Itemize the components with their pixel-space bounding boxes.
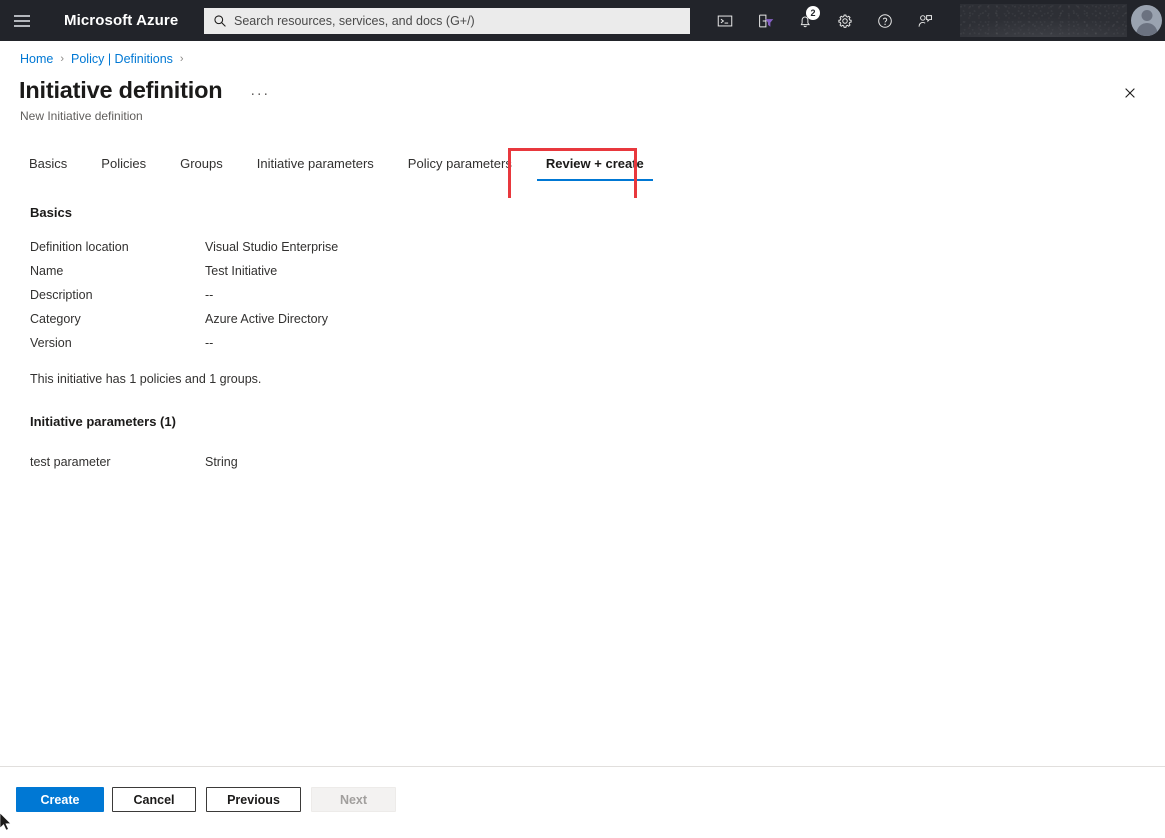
tab-policy-parameters[interactable]: Policy parameters: [399, 156, 521, 181]
hamburger-line: [14, 19, 30, 22]
table-row: Version --: [30, 331, 630, 355]
initiative-summary-note: This initiative has 1 policies and 1 gro…: [30, 372, 262, 386]
field-label-description: Description: [30, 288, 93, 302]
field-value-category: Azure Active Directory: [205, 312, 328, 326]
field-value-version: --: [205, 336, 214, 350]
page-title: Initiative definition: [19, 77, 223, 103]
close-icon[interactable]: [1117, 80, 1142, 105]
hamburger-menu-icon[interactable]: [0, 0, 44, 41]
breadcrumb-item-home[interactable]: Home: [20, 52, 53, 66]
review-create-content: Basics Definition location Visual Studio…: [0, 198, 1165, 766]
initiative-parameters-heading: Initiative parameters (1): [30, 414, 176, 429]
field-label-version: Version: [30, 336, 72, 350]
hamburger-line: [14, 14, 30, 17]
tab-basics[interactable]: Basics: [20, 156, 76, 181]
page-subtitle: New Initiative definition: [20, 109, 143, 123]
breadcrumb-item-policy-definitions[interactable]: Policy | Definitions: [71, 52, 173, 66]
top-navigation-bar: Microsoft Azure 2: [0, 0, 1165, 41]
hamburger-line: [14, 24, 30, 27]
notifications-bell-icon[interactable]: 2: [785, 0, 825, 41]
feedback-person-icon[interactable]: [905, 0, 945, 41]
field-value-name: Test Initiative: [205, 264, 278, 278]
cloud-shell-icon[interactable]: [705, 0, 745, 41]
breadcrumb-separator: ›: [60, 53, 65, 65]
global-search-box[interactable]: [204, 8, 690, 34]
tab-review-create[interactable]: Review + create: [536, 156, 653, 181]
field-value-definition-location: Visual Studio Enterprise: [205, 240, 339, 254]
table-row: Definition location Visual Studio Enterp…: [30, 235, 630, 259]
tab-initiative-parameters[interactable]: Initiative parameters: [248, 156, 383, 181]
cancel-button[interactable]: Cancel: [112, 787, 196, 812]
parameter-type-test-parameter: String: [205, 455, 238, 469]
breadcrumb-separator: ›: [179, 53, 184, 65]
avatar-body: [1136, 23, 1157, 36]
avatar-head: [1141, 10, 1152, 21]
tab-policies[interactable]: Policies: [92, 156, 155, 181]
previous-button[interactable]: Previous: [206, 787, 301, 812]
directory-filter-icon[interactable]: [745, 0, 785, 41]
account-info-redacted[interactable]: [960, 4, 1127, 37]
field-label-category: Category: [30, 312, 81, 326]
breadcrumb: Home › Policy | Definitions ›: [20, 49, 191, 69]
search-input[interactable]: [234, 14, 674, 28]
table-row: Category Azure Active Directory: [30, 307, 630, 331]
help-question-icon[interactable]: [865, 0, 905, 41]
parameter-label-test-parameter: test parameter: [30, 455, 111, 469]
next-button: Next: [311, 787, 396, 812]
search-icon: [213, 14, 227, 28]
create-button[interactable]: Create: [16, 787, 104, 812]
basics-section-heading: Basics: [30, 205, 72, 220]
field-value-description: --: [205, 288, 214, 302]
notification-count-badge: 2: [806, 6, 820, 20]
field-label-name: Name: [30, 264, 64, 278]
tab-groups[interactable]: Groups: [171, 156, 232, 181]
more-options-ellipsis-icon[interactable]: ···: [249, 82, 271, 104]
settings-gear-icon[interactable]: [825, 0, 865, 41]
table-row: test parameter String: [30, 450, 630, 474]
azure-brand-logo[interactable]: Microsoft Azure: [64, 12, 178, 29]
table-row: Description --: [30, 283, 630, 307]
avatar[interactable]: [1131, 5, 1162, 36]
field-label-definition-location: Definition location: [30, 240, 129, 254]
wizard-tabs: Basics Policies Groups Initiative parame…: [20, 156, 653, 188]
wizard-footer: Create Cancel Previous Next: [0, 766, 1165, 830]
table-row: Name Test Initiative: [30, 259, 630, 283]
